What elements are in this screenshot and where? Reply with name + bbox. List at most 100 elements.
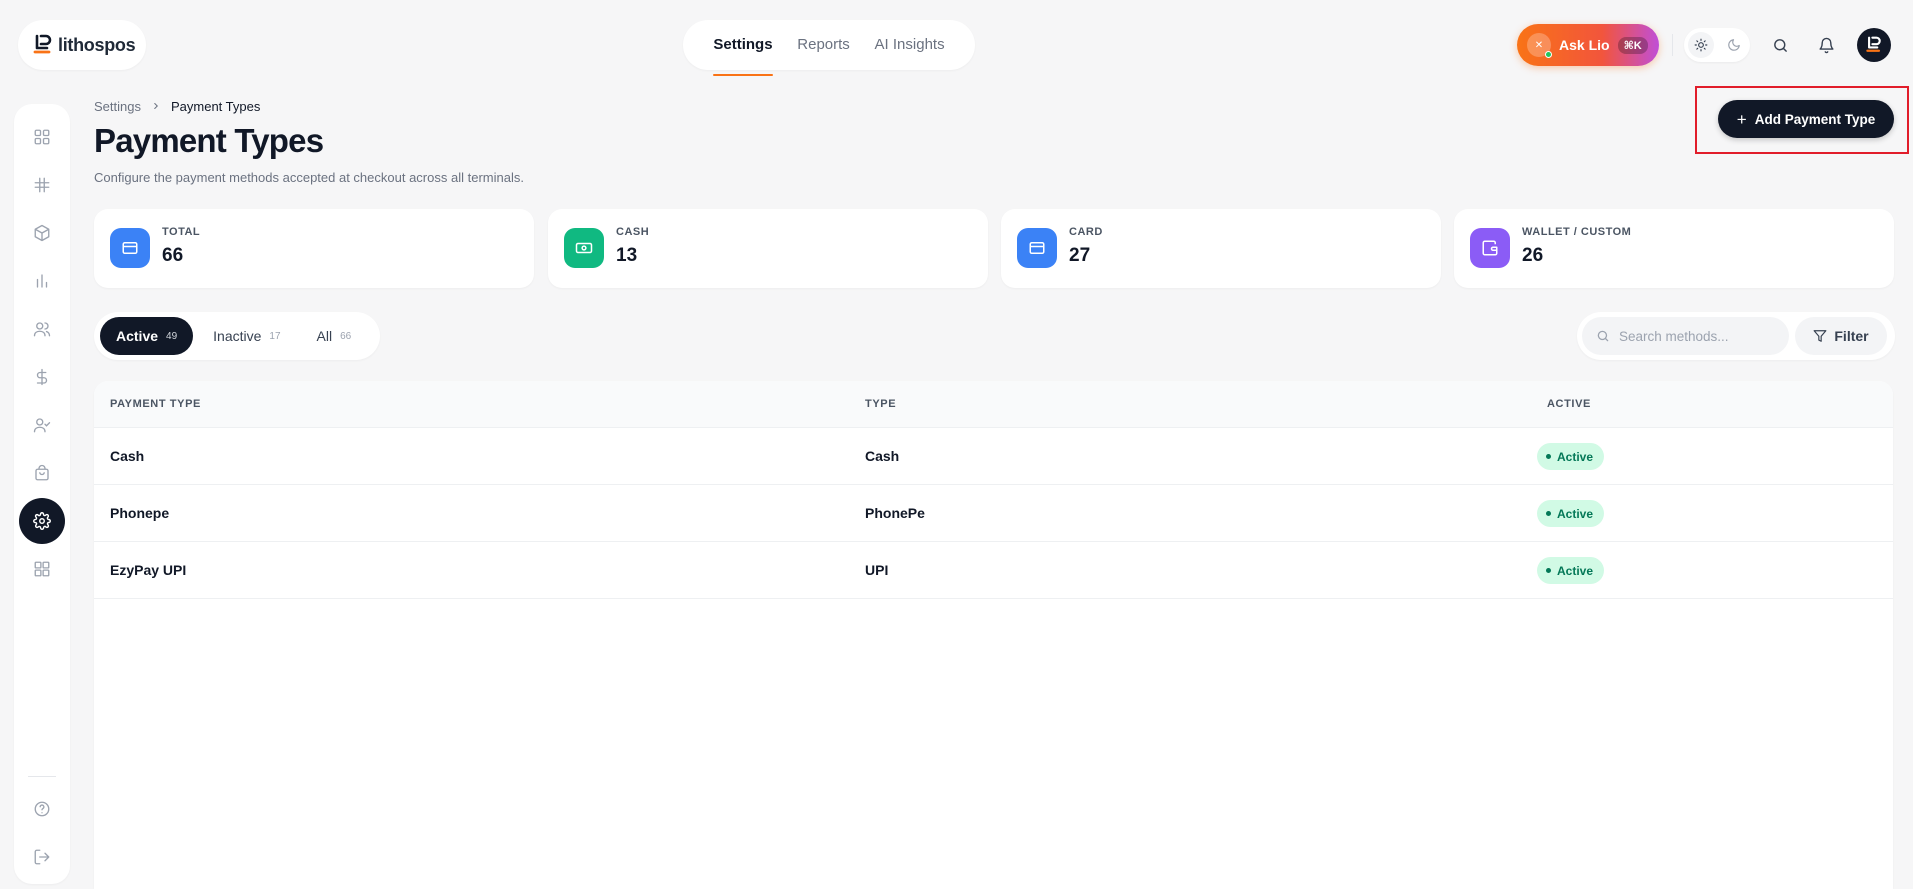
payment-types-table: PAYMENT TYPE TYPE ACTIVE Cash Cash Activ… [94,381,1893,889]
tab-ai-insights[interactable]: AI Insights [875,20,945,70]
add-payment-type-button[interactable]: + Add Payment Type [1718,100,1894,138]
sidebar-item-apps[interactable] [19,546,65,592]
hash-icon [34,177,50,193]
tab-settings[interactable]: Settings [713,20,773,76]
filter-icon [1813,330,1827,342]
breadcrumb-current: Payment Types [170,99,261,114]
user-check-icon [33,418,51,433]
search-input[interactable] [1619,328,1769,344]
sidebar-item-products[interactable] [19,210,65,256]
payment-type-kind: PhonePe [865,505,925,521]
search-icon[interactable] [1766,31,1794,59]
breadcrumb-settings[interactable]: Settings [94,99,141,114]
chevron-right-icon [151,99,161,114]
ask-lio-button[interactable]: ✕ Ask Lio ⌘K [1517,24,1659,66]
segment-label: All [316,328,333,344]
status-badge: Active [1537,557,1605,584]
lithospos-logo-icon [33,34,52,54]
ask-lio-label: Ask Lio [1559,37,1610,53]
sun-icon[interactable] [1687,32,1714,58]
segment-all[interactable]: All 66 [301,317,368,355]
shopping-bag-icon [35,464,49,481]
column-header-active[interactable]: ACTIVE [1547,398,1591,410]
sidebar-item-dashboard[interactable] [19,114,65,160]
dollar-icon [36,368,48,386]
table-row[interactable]: EzyPay UPI UPI Active [94,542,1893,599]
help-icon [34,801,50,817]
user-avatar[interactable] [1857,28,1891,62]
sidebar-item-help[interactable] [19,786,65,832]
sidebar-item-analytics[interactable] [19,258,65,304]
brand-logo[interactable]: lithospos [18,20,146,70]
tab-reports[interactable]: Reports [797,20,850,70]
stat-card-wallet: WALLET / CUSTOM 26 [1454,209,1894,288]
sidebar-item-orders[interactable] [19,450,65,496]
breadcrumb: Settings Payment Types [94,99,260,114]
table-header: PAYMENT TYPE TYPE ACTIVE [94,381,1893,428]
card-icon [1017,228,1057,268]
stat-card-total: TOTAL 66 [94,209,534,288]
status-segmented-control: Active 49 Inactive 17 All 66 [94,312,380,360]
column-header-payment-type[interactable]: PAYMENT TYPE [110,398,201,410]
search-box [1582,317,1789,355]
segment-count: 66 [340,330,352,342]
sidebar-divider [28,776,56,777]
add-payment-type-label: Add Payment Type [1754,111,1876,127]
assistant-avatar-icon: ✕ [1527,33,1552,58]
logout-icon [34,849,50,865]
status-badge: Active [1537,500,1605,527]
brand-name: lithospos [58,34,136,55]
segment-inactive[interactable]: Inactive 17 [197,317,296,355]
sidebar-item-staff[interactable] [19,402,65,448]
sidebar [14,104,70,884]
segment-count: 17 [269,330,281,342]
sidebar-item-settings[interactable] [19,498,65,544]
card-icon [110,228,150,268]
apps-grid-icon [34,561,50,577]
moon-icon[interactable] [1721,32,1747,58]
sidebar-item-pos[interactable] [19,162,65,208]
segment-active[interactable]: Active 49 [100,317,194,355]
filter-button[interactable]: Filter [1795,317,1887,355]
cash-icon [564,228,604,268]
search-icon [1597,330,1609,342]
stat-label: WALLET / CUSTOM [1522,226,1632,238]
bar-chart-icon [36,274,48,288]
table-row[interactable]: Phonepe PhonePe Active [94,485,1893,542]
sidebar-item-customers[interactable] [19,306,65,352]
status-text: Active [1557,449,1594,464]
segment-count: 49 [166,330,178,342]
plus-icon: + [1736,109,1747,129]
theme-toggle[interactable] [1684,28,1750,62]
sidebar-item-finance[interactable] [19,354,65,400]
stat-value: 27 [1069,245,1091,266]
page-title: Payment Types [94,122,324,159]
shortcut-badge: ⌘K [1617,36,1648,54]
top-navigation: Settings Reports AI Insights [683,20,975,76]
stat-value: 13 [616,245,638,266]
stat-card-card: CARD 27 [1001,209,1441,288]
status-badge: Active [1537,443,1605,470]
stat-value: 66 [162,245,184,266]
status-text: Active [1557,506,1594,521]
stat-value: 26 [1522,245,1544,266]
box-icon [34,224,50,242]
page-subtitle: Configure the payment methods accepted a… [94,170,524,185]
payment-type-kind: UPI [865,562,889,578]
bell-icon[interactable] [1812,31,1840,59]
gear-icon [33,512,51,530]
wallet-icon [1470,228,1510,268]
payment-type-name: Phonepe [110,505,170,521]
header-divider [1672,34,1673,56]
sidebar-item-logout[interactable] [19,834,65,880]
column-header-type[interactable]: TYPE [865,398,896,410]
users-icon [33,322,51,337]
stat-label: CASH [616,226,650,238]
table-row[interactable]: Cash Cash Active [94,428,1893,485]
filter-label: Filter [1834,328,1869,344]
stat-card-cash: CASH 13 [548,209,988,288]
table-tools: Filter [1577,312,1895,360]
segment-label: Active [116,328,159,344]
payment-type-name: EzyPay UPI [110,562,187,578]
status-text: Active [1557,563,1594,578]
